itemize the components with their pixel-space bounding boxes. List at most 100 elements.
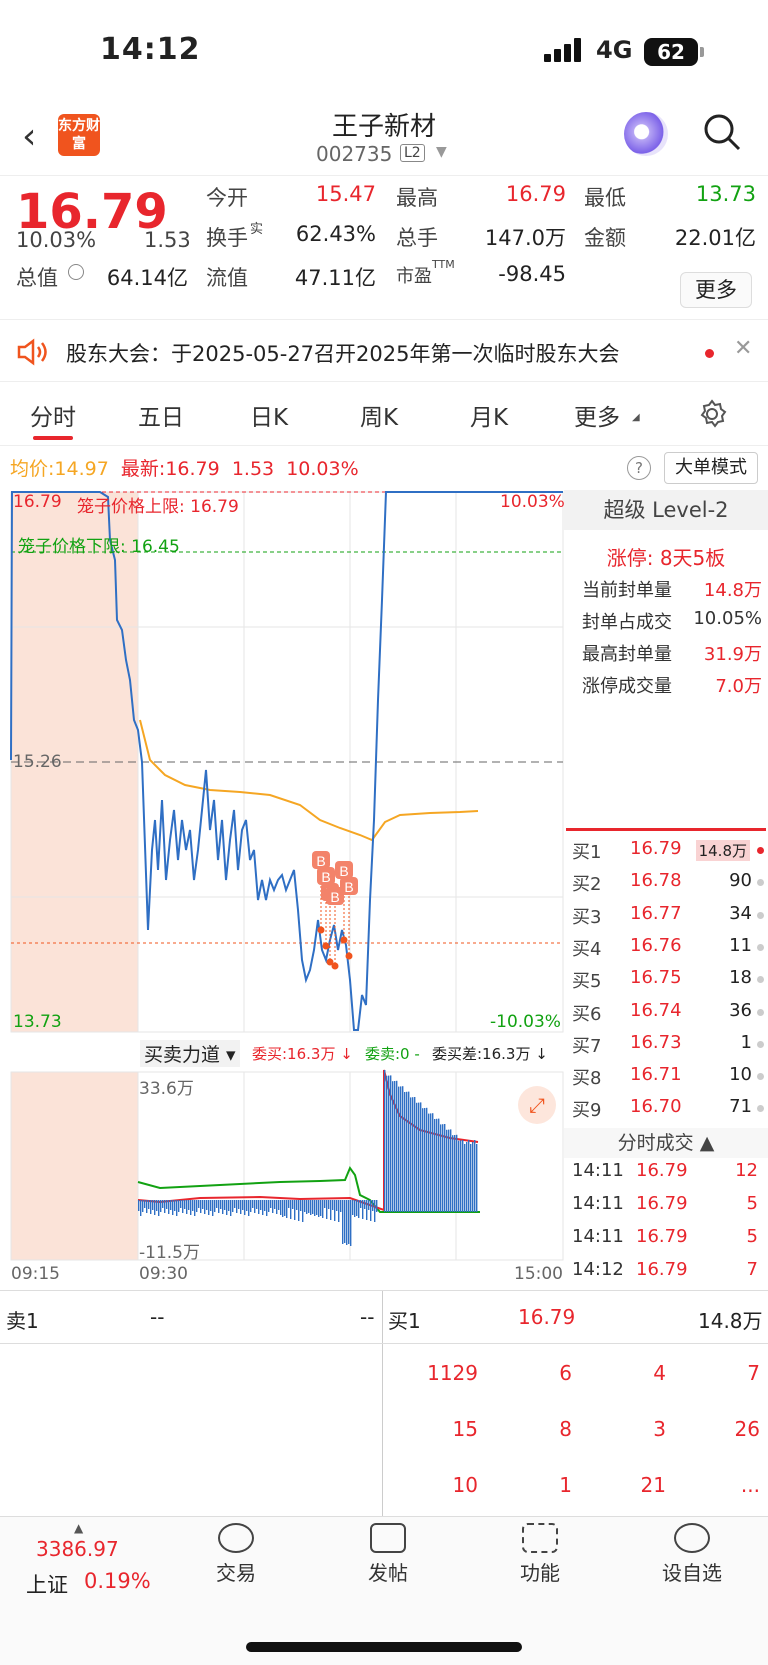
tab-more[interactable]: 更多 [574, 398, 620, 432]
volume-bar [310, 1200, 312, 1215]
notice-bar[interactable]: 股东大会：于2025-05-27召开2025年第一次临时股东大会 ✕ [0, 322, 768, 382]
volume-bar [390, 1075, 392, 1212]
volume-bar [444, 1124, 446, 1212]
intraday-chart[interactable]: BBBBBB [0, 488, 564, 1268]
tab-intraday[interactable]: 分时 [30, 398, 76, 432]
volume-bar [462, 1140, 464, 1212]
sell1-vol: -- [360, 1305, 375, 1329]
search-icon[interactable] [702, 112, 742, 152]
volume-bar [314, 1200, 316, 1216]
queue-cell: 10 [452, 1473, 478, 1497]
period-tabs: 分时 五日 日K 周K 月K 更多 ◢ [0, 382, 768, 446]
volume-bar [140, 1200, 142, 1216]
tab-monthly[interactable]: 月K [470, 398, 508, 432]
more-dots-icon [674, 1523, 710, 1553]
ob-dot [757, 1073, 764, 1081]
chart-mid-price: 15.26 [13, 752, 62, 772]
column-divider [382, 1291, 383, 1517]
ob-vol: 18 [729, 967, 752, 989]
volume-bar [298, 1200, 300, 1221]
ob-dot [757, 1040, 764, 1048]
ob-dot [757, 1008, 764, 1016]
ob-side: 买3 [572, 906, 602, 928]
volume-bar [340, 1200, 342, 1212]
orderbook-row[interactable]: 买1 16.79 14.8万 [572, 838, 764, 870]
nav-trade[interactable]: 交易 [186, 1517, 286, 1597]
orderbook-row[interactable]: 买3 16.77 34 [572, 903, 764, 935]
notice-text: 股东大会：于2025-05-27召开2025年第一次临时股东大会 [66, 342, 620, 366]
volume-bar [166, 1200, 168, 1209]
volume-bar [376, 1200, 378, 1212]
expand-icon[interactable]: ⤢ [518, 1086, 556, 1124]
indicator-selector[interactable]: 买卖力道 ▾ [140, 1040, 240, 1067]
orderbook-row[interactable]: 买9 16.70 71 [572, 1096, 764, 1128]
orderbook-row[interactable]: 买7 16.73 1 [572, 1032, 764, 1064]
trades-header[interactable]: 分时成交 ▲ [564, 1128, 768, 1158]
index-pct[interactable]: 0.19% [84, 1569, 151, 1593]
grid-icon [522, 1523, 558, 1553]
volume-bar [448, 1129, 450, 1212]
volume-bar [198, 1200, 200, 1208]
queue-cell: 21 [640, 1473, 666, 1497]
volume-bar [142, 1200, 144, 1212]
volume-bar [190, 1200, 192, 1215]
volume-bar [458, 1140, 460, 1212]
queue-cell: 7 [747, 1361, 760, 1385]
assistant-robot-icon[interactable] [624, 112, 668, 156]
level-badge[interactable]: L2 [400, 144, 425, 162]
nav-watchlist[interactable]: 设自选 [642, 1517, 742, 1597]
orderbook-row[interactable]: 买8 16.71 10 [572, 1064, 764, 1096]
volume-bar [362, 1200, 364, 1219]
tab-daily[interactable]: 日K [250, 398, 288, 432]
edit-icon [370, 1523, 406, 1553]
volume-bar [398, 1086, 400, 1212]
orderbook-row[interactable]: 买6 16.74 36 [572, 1000, 764, 1032]
volume-bar [154, 1200, 156, 1215]
settings-gear-icon[interactable] [696, 398, 728, 430]
volume-bar [352, 1200, 354, 1215]
index-value[interactable]: 3386.97 [36, 1537, 119, 1561]
tab-5day[interactable]: 五日 [138, 398, 184, 432]
turnover-label: 换手 [206, 226, 248, 250]
tab-weekly[interactable]: 周K [360, 398, 398, 432]
ob-price: 16.78 [630, 870, 682, 892]
quote-panel: 16.79 10.03% 1.53 总值 64.14亿 今开 15.47 最高 … [0, 176, 768, 320]
orderbook-row[interactable]: 买5 16.75 18 [572, 967, 764, 999]
level2-row: 封单占成交 10.05% [582, 608, 762, 633]
volume-bar [278, 1200, 280, 1210]
nav-features[interactable]: 功能 [490, 1517, 590, 1597]
volume-bar [428, 1113, 430, 1212]
volume-bar [164, 1200, 166, 1213]
close-icon[interactable]: ✕ [734, 336, 752, 361]
volume-bar [364, 1200, 366, 1209]
svg-text:B: B [344, 879, 353, 895]
orderbook-row[interactable]: 买2 16.78 90 [572, 870, 764, 902]
high: 16.79 [505, 182, 566, 206]
help-icon[interactable]: ? [627, 456, 651, 480]
time-start: 09:15 [11, 1264, 60, 1284]
big-order-mode-button[interactable]: 大单模式 [664, 452, 758, 484]
volume-bar [170, 1200, 172, 1210]
ob-price: 16.73 [630, 1031, 682, 1053]
orderbook-row[interactable]: 买4 16.76 11 [572, 935, 764, 967]
nav-post[interactable]: 发帖 [338, 1517, 438, 1597]
volume-bar [196, 1200, 198, 1212]
ob-vol: 90 [729, 870, 752, 892]
latest-chg: 1.53 [231, 458, 275, 480]
volume-bar [174, 1200, 176, 1211]
chart-top-pct: 10.03% [500, 492, 565, 512]
volume-bar [262, 1200, 264, 1215]
volume-bar [302, 1200, 304, 1222]
chevron-down-icon[interactable]: ▼ [436, 144, 447, 160]
volume-bar [422, 1108, 424, 1212]
index-name[interactable]: 上证 [26, 1569, 68, 1599]
volume-bar [330, 1200, 332, 1220]
ob-vol: 10 [729, 1064, 752, 1086]
info-icon[interactable] [68, 264, 84, 280]
level2-row: 涨停成交量 7.0万 [582, 676, 762, 697]
volume-bar [318, 1200, 320, 1217]
volume-bar [322, 1200, 324, 1218]
ob-price: 16.77 [630, 902, 682, 924]
svg-text:B: B [339, 863, 348, 879]
more-button[interactable]: 更多 [680, 272, 752, 308]
